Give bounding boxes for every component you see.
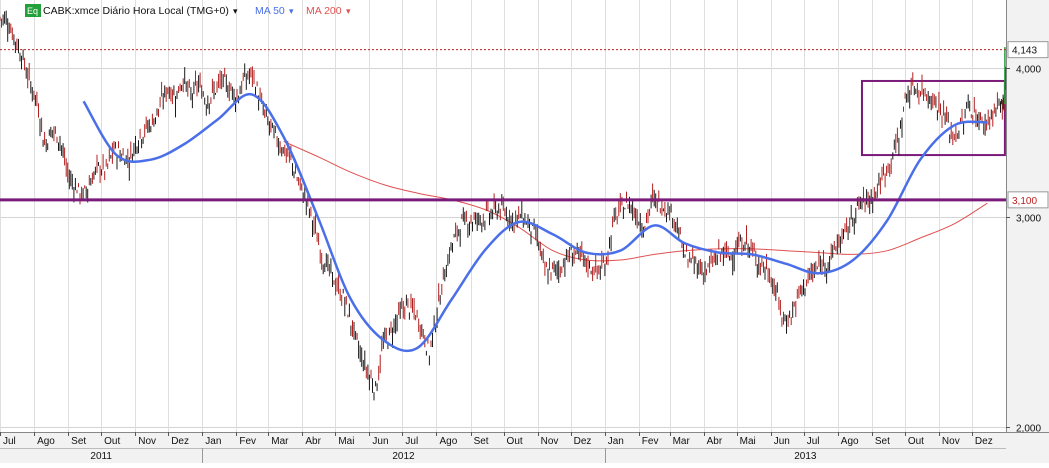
x-tick-label: Nov: [942, 436, 960, 447]
x-tick-label: Jun: [372, 436, 388, 447]
x-tick-label: Fev: [642, 436, 659, 447]
y-tick-label: 3,000: [1016, 214, 1041, 225]
x-tick-label: Set: [875, 436, 890, 447]
x-tick-label: Mar: [673, 436, 691, 447]
x-tick-label: Jul: [405, 436, 418, 447]
ma200-legend[interactable]: MA 200: [306, 5, 342, 17]
ma50-dropdown-icon[interactable]: ▾: [289, 6, 294, 16]
year-label: 2011: [90, 451, 112, 462]
x-tick-label: Out: [507, 436, 523, 447]
x-tick-label: Set: [71, 436, 86, 447]
x-tick-label: Nov: [541, 436, 559, 447]
x-tick-label: Mai: [740, 436, 756, 447]
x-tick-label: Ago: [439, 436, 457, 447]
x-tick-label: Abr: [707, 436, 723, 447]
x-tick-label: Ago: [37, 436, 55, 447]
x-tick-label: Mar: [271, 436, 289, 447]
x-tick-label: Fev: [239, 436, 256, 447]
y-tick-label: 4,000: [1016, 65, 1041, 76]
stock-chart: 2,000 3,000 4,000 Jul Ago Set Out Nov Dez Jan Fev M…: [0, 0, 1049, 463]
x-tick-label: Jan: [205, 436, 221, 447]
resistance-label: 3,100: [1012, 196, 1037, 207]
x-tick-label: Jun: [774, 436, 790, 447]
symbol-title[interactable]: CABK:xmce Diário Hora Local (TMG+0): [43, 5, 229, 17]
x-tick-label: Dez: [574, 436, 592, 447]
year-label: 2013: [794, 451, 817, 462]
y-tick-label: 2,000: [1016, 424, 1041, 435]
x-tick-label: Nov: [138, 436, 156, 447]
x-tick-label: Dez: [171, 436, 189, 447]
x-tick-label: Jul: [3, 436, 16, 447]
x-tick-label: Mai: [338, 436, 354, 447]
x-tick-label: Out: [908, 436, 924, 447]
equity-badge-label: Eq: [27, 6, 38, 16]
x-tick-label: Abr: [305, 436, 321, 447]
x-tick-label: Set: [474, 436, 489, 447]
x-axis-panel: [0, 432, 1049, 463]
x-tick-label: Jul: [807, 436, 820, 447]
x-tick-label: Out: [104, 436, 120, 447]
x-tick-label: Dez: [975, 436, 993, 447]
x-tick-label: Jan: [608, 436, 624, 447]
year-label: 2012: [392, 451, 415, 462]
chart-svg: 2,000 3,000 4,000 Jul Ago Set Out Nov Dez Jan Fev M…: [0, 0, 1049, 463]
last-price-label: 4,143: [1012, 46, 1037, 57]
ma200-dropdown-icon[interactable]: ▾: [346, 6, 351, 16]
ma50-legend[interactable]: MA 50: [255, 5, 285, 17]
x-tick-label: Ago: [841, 436, 859, 447]
title-dropdown-icon[interactable]: ▾: [233, 6, 238, 16]
